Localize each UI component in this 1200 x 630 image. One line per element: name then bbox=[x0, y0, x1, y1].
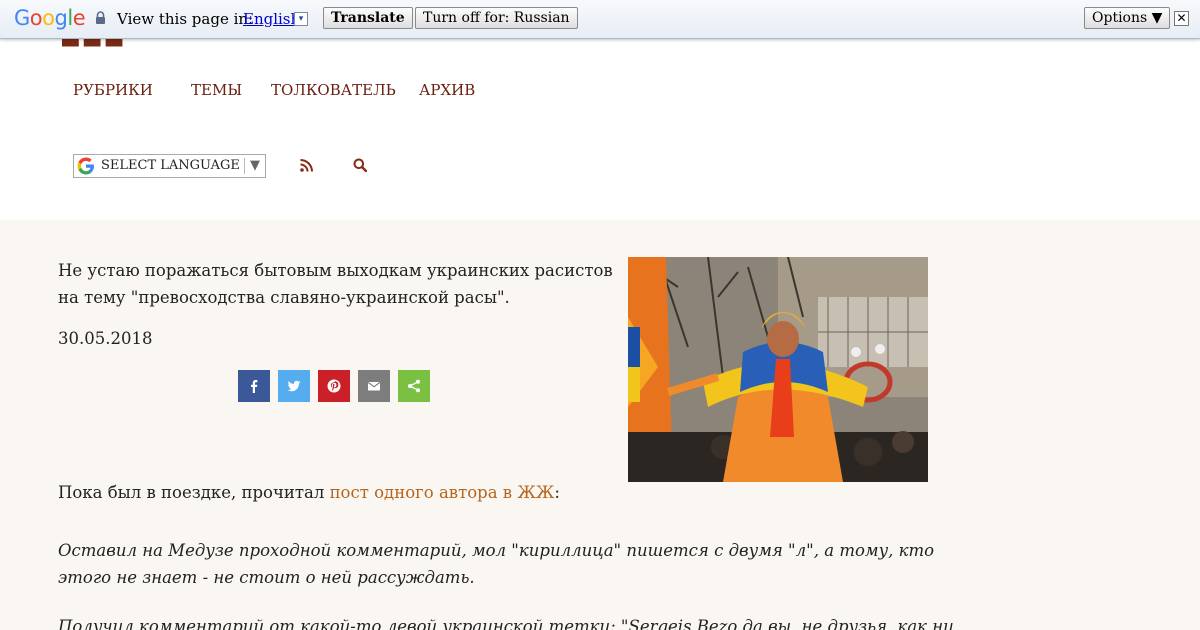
article-date: 30.05.2018 bbox=[58, 329, 153, 348]
nav-item-topics[interactable]: ТЕМЫ bbox=[191, 81, 242, 99]
share-more-button[interactable] bbox=[398, 370, 430, 402]
share-facebook-button[interactable] bbox=[238, 370, 270, 402]
options-button[interactable]: Options ▼ bbox=[1084, 7, 1171, 29]
google-g-icon bbox=[77, 157, 94, 175]
view-page-label: View this page in: bbox=[117, 10, 254, 28]
select-divider bbox=[244, 158, 245, 174]
language-select-label: SELECT LANGUAGE bbox=[101, 158, 240, 173]
share-email-button[interactable] bbox=[358, 370, 390, 402]
nav-item-archive[interactable]: АРХИВ bbox=[419, 81, 475, 99]
article-quote: Оставил на Медузе проходной комментарий,… bbox=[58, 541, 935, 587]
lj-post-link[interactable]: пост одного автора в ЖЖ bbox=[330, 483, 555, 502]
article-quote-continued: Получил комментарий от какой-то левой ук… bbox=[58, 617, 954, 630]
share-pinterest-button[interactable] bbox=[318, 370, 350, 402]
nav-item-rubrics[interactable]: РУБРИКИ bbox=[73, 81, 153, 99]
translate-bar: Google View this page in: English ▾ Tran… bbox=[0, 0, 1200, 39]
article-photo bbox=[628, 257, 928, 482]
share-icon bbox=[408, 379, 420, 393]
lock-icon bbox=[96, 11, 105, 24]
nav-item-glossary[interactable]: ТОЛКОВАТЕЛЬ bbox=[271, 81, 396, 99]
pinterest-icon bbox=[327, 379, 341, 393]
email-icon bbox=[367, 382, 381, 391]
chevron-down-icon: ▼ bbox=[250, 158, 260, 173]
translate-button[interactable]: Translate bbox=[323, 7, 413, 29]
target-language-link[interactable]: English bbox=[243, 10, 300, 28]
paragraph-colon: : bbox=[554, 483, 560, 502]
turn-off-button[interactable]: Turn off for: Russian bbox=[415, 7, 578, 29]
language-select[interactable]: SELECT LANGUAGE ▼ bbox=[73, 154, 266, 178]
article-intro: Не устаю поражаться бытовым выходкам укр… bbox=[58, 261, 613, 307]
search-icon[interactable] bbox=[353, 158, 367, 172]
share-twitter-button[interactable] bbox=[278, 370, 310, 402]
rss-icon[interactable] bbox=[300, 159, 313, 172]
google-logo: Google bbox=[14, 6, 86, 30]
language-dropdown-icon[interactable]: ▾ bbox=[294, 12, 308, 26]
close-icon[interactable]: ✕ bbox=[1174, 11, 1189, 26]
paragraph-text: Пока был в поездке, прочитал bbox=[58, 483, 330, 502]
facebook-icon bbox=[251, 380, 258, 393]
twitter-icon bbox=[287, 380, 301, 392]
article-paragraph: Пока был в поездке, прочитал пост одного… bbox=[58, 483, 560, 502]
